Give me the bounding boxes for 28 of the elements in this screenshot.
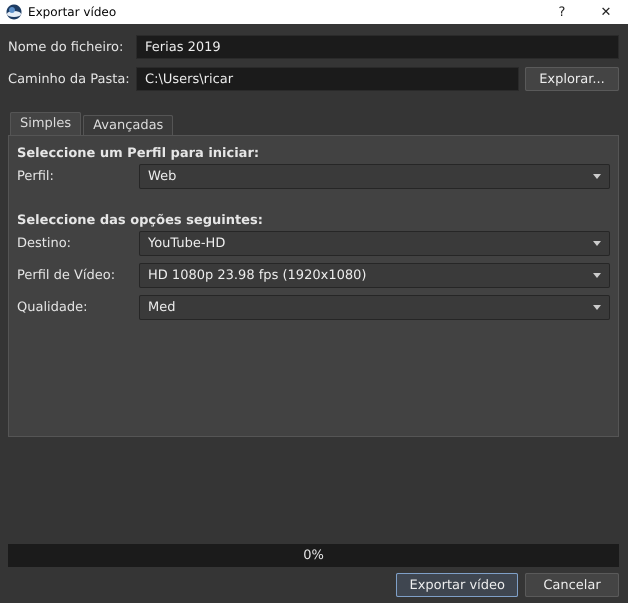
dropdown-caret-icon xyxy=(593,240,601,246)
app-logo-icon xyxy=(6,4,22,20)
field-label: Nome do ficheiro: xyxy=(8,40,124,54)
section-heading: Seleccione das opções seguintes: xyxy=(17,213,264,228)
close-button[interactable]: ✕ xyxy=(584,4,628,20)
progress-text: 0% xyxy=(303,548,324,563)
dropdown-caret-icon xyxy=(593,304,601,310)
field-label: Perfil de Vídeo: xyxy=(17,268,116,282)
dropdown[interactable]: Web xyxy=(139,164,610,188)
dropdown[interactable]: HD 1080p 23.98 fps (1920x1080) xyxy=(139,262,610,288)
field-label: Perfil: xyxy=(17,168,55,184)
dropdown-caret-icon xyxy=(593,174,601,178)
dropdown-caret-icon xyxy=(593,272,601,278)
cancel-button[interactable]: Cancelar xyxy=(525,573,619,597)
tab[interactable]: Simples xyxy=(10,112,82,135)
field-label: Destino: xyxy=(17,236,72,250)
tab[interactable]: Avançadas xyxy=(83,115,174,135)
dropdown[interactable]: Med xyxy=(139,294,610,320)
dropdown[interactable]: YouTube-HD xyxy=(139,230,610,256)
section-heading: Seleccione um Perfil para iniciar: xyxy=(17,146,260,161)
folder-path-field[interactable]: C:\Users\ricar xyxy=(136,67,519,91)
help-button[interactable]: ? xyxy=(540,4,584,20)
window-title: Exportar vídeo xyxy=(28,5,118,19)
field-label: Caminho da Pasta: xyxy=(8,72,130,86)
field-label: Qualidade: xyxy=(17,300,89,314)
export-button[interactable]: Exportar vídeo xyxy=(396,573,518,597)
filename-field[interactable]: Ferias 2019 xyxy=(136,35,619,59)
browse-button[interactable]: Explorar... xyxy=(525,67,619,91)
